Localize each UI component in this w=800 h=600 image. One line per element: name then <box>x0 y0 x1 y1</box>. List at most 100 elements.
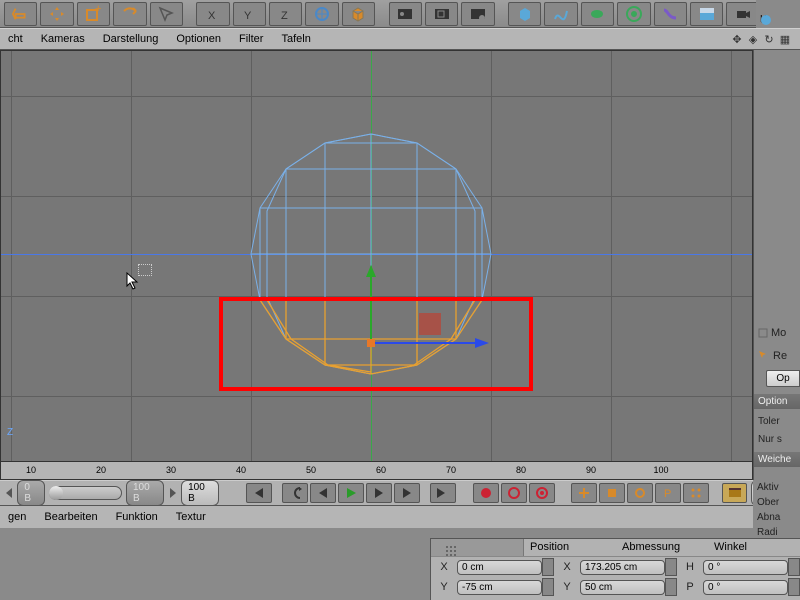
pos-y-spinner[interactable] <box>542 578 554 596</box>
pos-y-input[interactable]: -75 cm <box>457 580 542 595</box>
selection-marquee <box>138 264 152 276</box>
menu-erzeugen[interactable]: gen <box>8 511 26 523</box>
menu-optionen[interactable]: Optionen <box>176 33 221 45</box>
move-icon[interactable] <box>40 2 73 26</box>
film-button[interactable] <box>722 483 746 503</box>
dim-y-spinner[interactable] <box>665 578 677 596</box>
soft-falloff[interactable]: Abna <box>753 510 799 525</box>
timeline-bar: 0 B 100 B 100 B P 0 B <box>0 480 800 506</box>
prev-frame-button[interactable] <box>310 483 336 503</box>
spline-icon[interactable] <box>544 2 577 26</box>
menu-bearbeiten[interactable]: Bearbeiten <box>44 511 97 523</box>
goto-start-button[interactable] <box>246 483 272 503</box>
frame-range-slider[interactable]: 0 B 100 B <box>17 480 163 506</box>
key-rot-button[interactable] <box>627 483 653 503</box>
deformer-icon[interactable] <box>654 2 687 26</box>
render-settings-icon[interactable] <box>461 2 494 26</box>
menu-ansicht[interactable]: cht <box>8 33 23 45</box>
header-abmessung: Abmessung <box>616 539 708 556</box>
soft-surface[interactable]: Ober <box>753 495 799 510</box>
key-all-button[interactable] <box>683 483 709 503</box>
annotation-rectangle <box>219 297 533 391</box>
key-param-button[interactable]: P <box>655 483 681 503</box>
undo-icon[interactable] <box>4 2 37 26</box>
primitive-icon[interactable] <box>508 2 541 26</box>
soft-active[interactable]: Aktiv <box>753 480 799 495</box>
select-icon[interactable] <box>150 2 183 26</box>
svg-text:X: X <box>208 10 216 22</box>
play-button[interactable] <box>338 483 364 503</box>
menu-funktion[interactable]: Funktion <box>116 511 158 523</box>
zoom-view-icon[interactable]: ◈ <box>746 32 760 46</box>
main-area: Z <box>0 50 800 480</box>
rot-h-spinner[interactable] <box>788 558 800 576</box>
frame-end-field[interactable]: 100 B <box>126 480 164 506</box>
environment-icon[interactable] <box>690 2 723 26</box>
label-x: X <box>431 561 457 573</box>
camera-icon[interactable] <box>726 2 759 26</box>
sphere-object-icon[interactable] <box>760 14 772 26</box>
nurbs-icon[interactable] <box>581 2 614 26</box>
menu-darstellung[interactable]: Darstellung <box>103 33 159 45</box>
panel-grip-icon[interactable] <box>431 539 524 556</box>
opt-only[interactable]: Nur s <box>754 432 800 447</box>
axis-y-icon[interactable]: Y <box>233 2 266 26</box>
next-frame-button[interactable] <box>366 483 392 503</box>
menu-filter[interactable]: Filter <box>239 33 263 45</box>
redo-icon[interactable] <box>113 2 146 26</box>
add-cube-icon[interactable]: + <box>77 2 110 26</box>
pan-view-icon[interactable]: ✥ <box>730 32 744 46</box>
record-button[interactable] <box>473 483 499 503</box>
playback-controls <box>246 483 456 503</box>
timeline-prev-icon[interactable] <box>4 486 13 500</box>
pos-x-input[interactable]: 0 cm <box>457 560 542 575</box>
key-scale-button[interactable] <box>599 483 625 503</box>
maximize-view-icon[interactable]: ▦ <box>778 32 792 46</box>
svg-text:P: P <box>664 488 671 499</box>
goto-end-button[interactable] <box>430 483 456 503</box>
menu-tafeln[interactable]: Tafeln <box>281 33 310 45</box>
rect-select-row[interactable]: Re <box>754 348 800 364</box>
svg-text:Z: Z <box>281 10 288 22</box>
menu-textur[interactable]: Textur <box>176 511 206 523</box>
cube-icon[interactable] <box>342 2 375 26</box>
label-h: H <box>677 561 703 573</box>
main-toolbar: + X Y Z <box>0 0 800 28</box>
opt-tolerance[interactable]: Toler <box>754 414 800 429</box>
axis-z-icon[interactable]: Z <box>269 2 302 26</box>
next-key-button[interactable] <box>394 483 420 503</box>
current-frame-field[interactable]: 100 B <box>181 480 219 506</box>
render-icon[interactable] <box>389 2 422 26</box>
rot-p-spinner[interactable] <box>788 578 800 596</box>
keyframe-options-button[interactable] <box>529 483 555 503</box>
material-menubar: gen Bearbeiten Funktion Textur <box>0 506 800 528</box>
options-section-header: Option <box>754 394 800 409</box>
axis-z-label: Z <box>7 427 13 438</box>
key-pos-button[interactable] <box>571 483 597 503</box>
frame-start-field[interactable]: 0 B <box>17 480 45 506</box>
viewport[interactable]: Z <box>0 50 753 480</box>
options-tab[interactable]: Op <box>766 370 800 387</box>
menu-kameras[interactable]: Kameras <box>41 33 85 45</box>
coord-icon[interactable] <box>305 2 338 26</box>
axis-x-icon[interactable]: X <box>196 2 229 26</box>
timeline-next-icon[interactable] <box>168 486 177 500</box>
autokey-button[interactable] <box>501 483 527 503</box>
mode-row[interactable]: Mo <box>754 325 800 341</box>
dim-y-input[interactable]: 50 cm <box>580 580 665 595</box>
timeline-ruler[interactable]: 10 20 30 40 50 60 70 80 90 100 <box>1 461 752 479</box>
dim-x-input[interactable]: 173.205 cm <box>580 560 665 575</box>
pos-x-spinner[interactable] <box>542 558 554 576</box>
rot-h-input[interactable]: 0 ° <box>703 560 788 575</box>
header-position: Position <box>524 539 616 556</box>
record-controls <box>473 483 555 503</box>
dim-x-spinner[interactable] <box>665 558 677 576</box>
prev-key-button[interactable] <box>282 483 308 503</box>
render-region-icon[interactable] <box>425 2 458 26</box>
attribute-panel: Mo Re Op Option Toler Nur s Weiche <box>753 50 800 480</box>
generator-icon[interactable] <box>617 2 650 26</box>
header-winkel: Winkel <box>708 539 800 556</box>
rotate-view-icon[interactable]: ↻ <box>762 32 776 46</box>
key-channel-controls: P <box>571 483 709 503</box>
rot-p-input[interactable]: 0 ° <box>703 580 788 595</box>
